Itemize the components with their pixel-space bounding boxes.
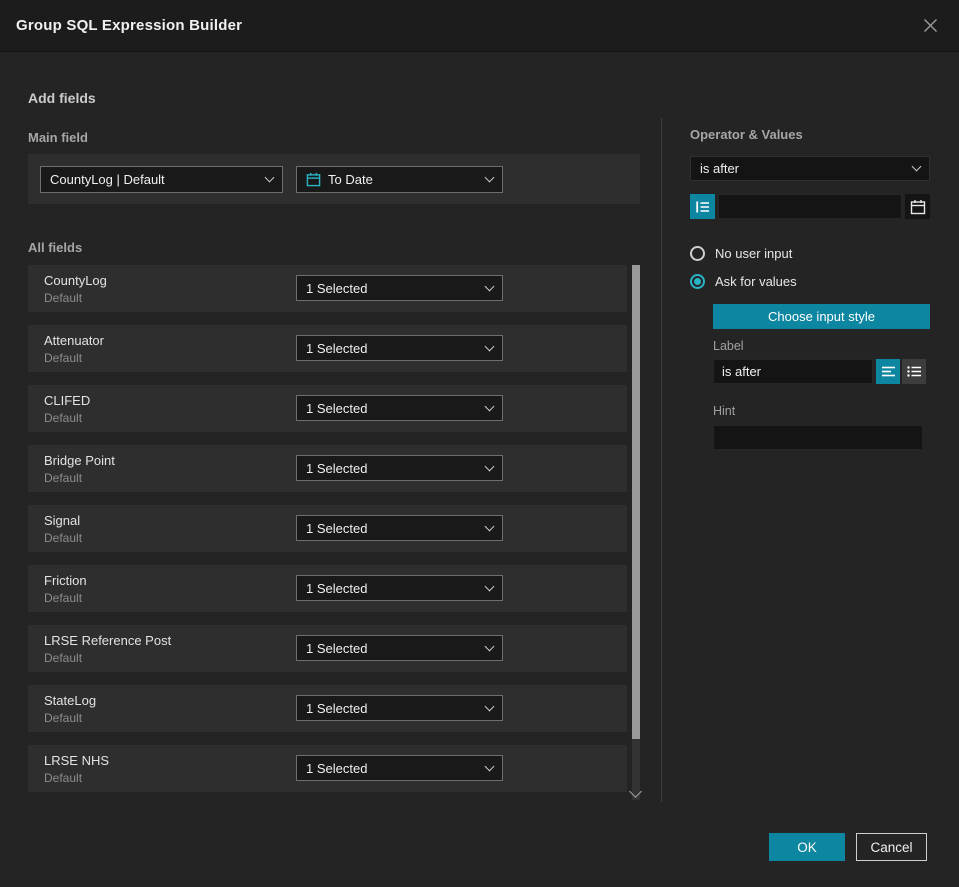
operator-values-heading: Operator & Values xyxy=(690,127,803,142)
chevron-down-icon xyxy=(264,172,275,182)
align-left-lines-icon xyxy=(881,366,895,377)
add-fields-heading: Add fields xyxy=(28,90,96,106)
field-row: LRSE Reference Post Default 1 Selected xyxy=(28,625,627,672)
close-icon xyxy=(924,19,937,32)
chevron-down-icon xyxy=(484,761,495,771)
main-field-label: Main field xyxy=(28,130,88,145)
main-field-date-dropdown[interactable]: To Date xyxy=(296,165,503,193)
field-subtitle: Default xyxy=(44,290,83,305)
calendar-icon xyxy=(910,199,925,214)
chevron-down-icon xyxy=(484,581,495,591)
field-selection-dropdown[interactable]: 1 Selected xyxy=(296,275,503,301)
single-input-style-button[interactable] xyxy=(876,359,900,384)
calendar-icon xyxy=(306,172,321,186)
field-row: Attenuator Default 1 Selected xyxy=(28,325,627,372)
chevron-down-icon xyxy=(484,401,495,411)
radio-no-user-input[interactable]: No user input xyxy=(690,246,930,261)
ok-button[interactable]: OK xyxy=(769,833,845,861)
field-selection-dropdown[interactable]: 1 Selected xyxy=(296,395,503,421)
list-input-style-button[interactable] xyxy=(902,359,926,384)
field-name: CountyLog xyxy=(44,272,107,288)
field-subtitle: Default xyxy=(44,770,83,785)
radio-unchecked-icon xyxy=(690,246,705,261)
operator-dropdown[interactable]: is after xyxy=(690,156,930,181)
field-name: StateLog xyxy=(44,692,97,708)
close-button[interactable] xyxy=(918,13,943,38)
dialog-title: Group SQL Expression Builder xyxy=(16,17,243,34)
radio-checked-icon xyxy=(690,274,705,289)
field-row: Bridge Point Default 1 Selected xyxy=(28,445,627,492)
main-field-dropdown[interactable]: CountyLog | Default xyxy=(40,165,283,193)
main-field-panel: CountyLog | Default To Date xyxy=(28,154,640,204)
chevron-down-icon xyxy=(911,161,922,172)
value-row xyxy=(690,194,930,219)
field-name: Attenuator xyxy=(44,332,104,348)
chevron-down-icon xyxy=(484,281,495,291)
radio-ask-for-values-label: Ask for values xyxy=(715,274,797,289)
field-subtitle: Default xyxy=(44,530,83,545)
scrollbar[interactable] xyxy=(629,265,642,800)
field-name: LRSE Reference Post xyxy=(44,632,172,648)
dialog-header: Group SQL Expression Builder xyxy=(0,0,959,52)
operator-values-section: Operator & Values is after No user input… xyxy=(690,52,930,450)
operator-dropdown-value: is after xyxy=(700,161,740,176)
field-selection-dropdown[interactable]: 1 Selected xyxy=(296,575,503,601)
value-input[interactable] xyxy=(718,194,902,219)
date-dropdown-value: To Date xyxy=(328,171,373,187)
field-name: Friction xyxy=(44,572,87,588)
field-row: CountyLog Default 1 Selected xyxy=(28,265,627,312)
label-input[interactable] xyxy=(713,359,873,384)
scrollbar-thumb[interactable] xyxy=(632,265,640,739)
field-name: CLIFED xyxy=(44,392,91,408)
field-name: Signal xyxy=(44,512,81,528)
field-row: StateLog Default 1 Selected xyxy=(28,685,627,732)
chevron-down-icon xyxy=(484,521,495,531)
hint-label: Hint xyxy=(713,404,736,418)
dialog-footer: OK Cancel xyxy=(769,833,927,861)
list-icon xyxy=(695,201,709,212)
chevron-down-icon xyxy=(484,341,495,351)
field-row: CLIFED Default 1 Selected xyxy=(28,385,627,432)
radio-ask-for-values[interactable]: Ask for values xyxy=(690,274,930,289)
field-subtitle: Default xyxy=(44,470,83,485)
field-selection-dropdown[interactable]: 1 Selected xyxy=(296,515,503,541)
chevron-down-icon xyxy=(484,641,495,651)
field-subtitle: Default xyxy=(44,650,83,665)
field-selection-dropdown[interactable]: 1 Selected xyxy=(296,455,503,481)
value-list-button[interactable] xyxy=(690,194,715,219)
radio-no-user-input-label: No user input xyxy=(715,246,793,261)
hint-input[interactable] xyxy=(713,425,923,450)
field-row: Friction Default 1 Selected xyxy=(28,565,627,612)
chevron-down-icon xyxy=(484,701,495,711)
vertical-divider xyxy=(661,118,662,802)
calendar-button[interactable] xyxy=(905,194,930,219)
label-label: Label xyxy=(713,339,744,353)
cancel-button[interactable]: Cancel xyxy=(856,833,927,861)
field-subtitle: Default xyxy=(44,710,83,725)
field-name: Bridge Point xyxy=(44,452,115,468)
add-fields-section: Add fields Main field CountyLog | Defaul… xyxy=(28,52,640,805)
group-sql-expression-builder-dialog: Group SQL Expression Builder Add fields … xyxy=(0,0,959,887)
all-fields-label: All fields xyxy=(28,240,83,255)
chevron-down-icon xyxy=(484,172,495,182)
scroll-down-icon[interactable] xyxy=(629,785,642,798)
label-row xyxy=(713,359,930,384)
field-selection-dropdown[interactable]: 1 Selected xyxy=(296,635,503,661)
field-selection-dropdown[interactable]: 1 Selected xyxy=(296,695,503,721)
field-row: LRSE NHS Default 1 Selected xyxy=(28,745,627,792)
field-selection-dropdown[interactable]: 1 Selected xyxy=(296,755,503,781)
field-row: Signal Default 1 Selected xyxy=(28,505,627,552)
field-selection-dropdown[interactable]: 1 Selected xyxy=(296,335,503,361)
chevron-down-icon xyxy=(484,461,495,471)
field-subtitle: Default xyxy=(44,410,83,425)
field-subtitle: Default xyxy=(44,590,83,605)
field-name: LRSE NHS xyxy=(44,752,110,768)
field-subtitle: Default xyxy=(44,350,83,365)
choose-input-style-button[interactable]: Choose input style xyxy=(713,304,930,329)
main-field-dropdown-value: CountyLog | Default xyxy=(50,171,165,187)
all-fields-list: CountyLog Default 1 Selected Attenuator … xyxy=(28,265,640,792)
bulleted-list-icon xyxy=(907,366,921,377)
